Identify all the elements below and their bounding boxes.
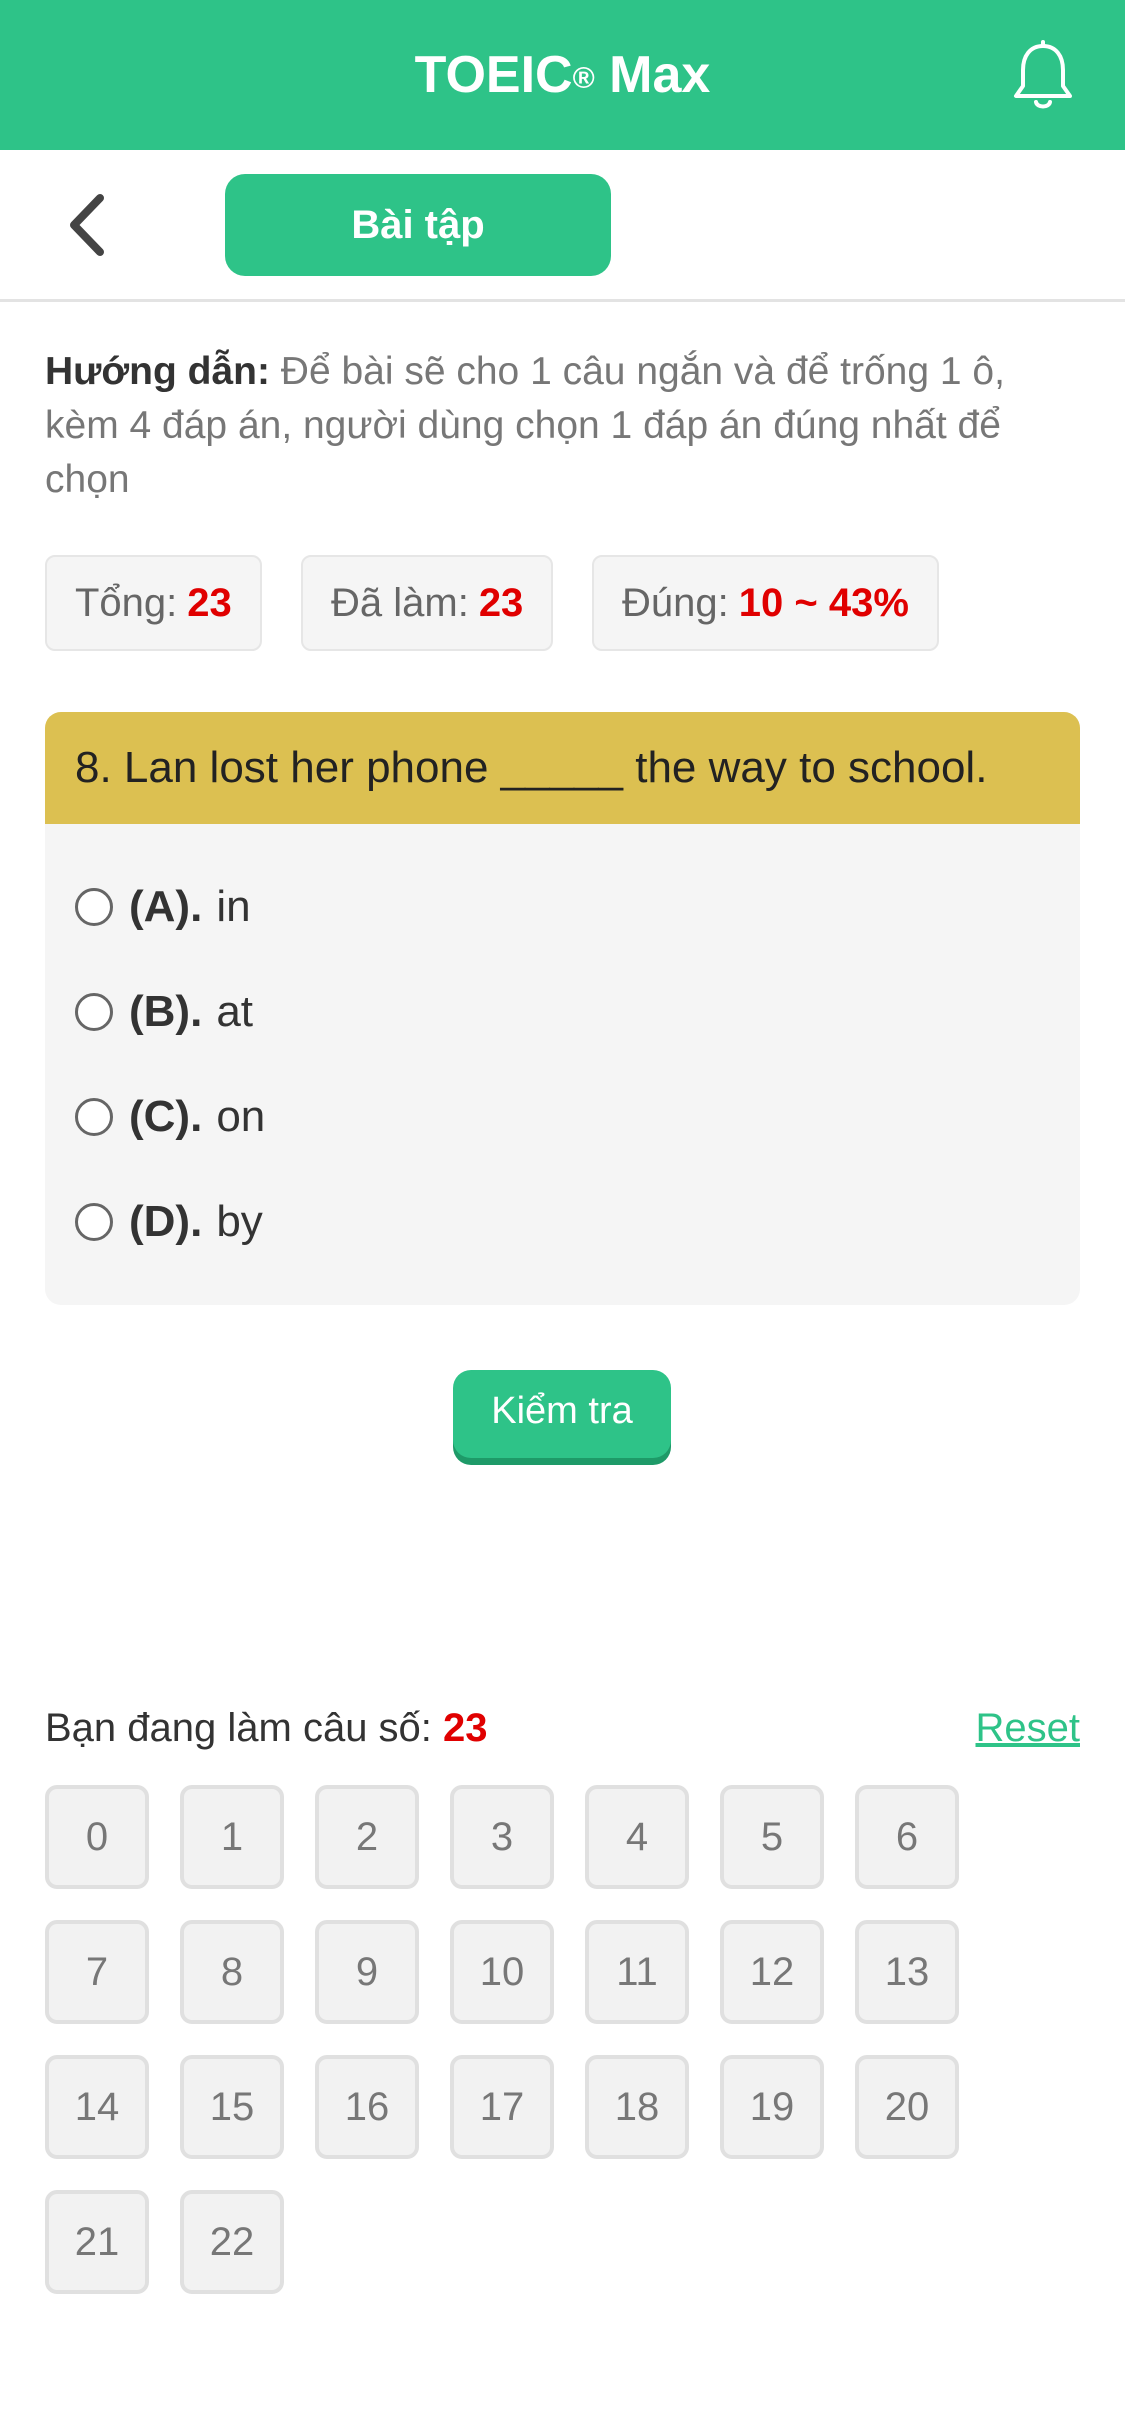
- radio-button[interactable]: [75, 993, 113, 1031]
- chevron-left-icon[interactable]: [62, 190, 112, 260]
- subheader: Bài tập: [0, 150, 1125, 302]
- app-header: TOEIC® Max: [0, 0, 1125, 150]
- option-c[interactable]: (C). on: [75, 1087, 265, 1147]
- option-d[interactable]: (D). by: [75, 1192, 263, 1252]
- question-number-17[interactable]: 17: [450, 2055, 554, 2159]
- stat-total: Tổng: 23: [45, 555, 262, 651]
- question-number-1[interactable]: 1: [180, 1785, 284, 1889]
- question-number-18[interactable]: 18: [585, 2055, 689, 2159]
- question-number-7[interactable]: 7: [45, 1920, 149, 2024]
- question-number-10[interactable]: 10: [450, 1920, 554, 2024]
- question-number-13[interactable]: 13: [855, 1920, 959, 2024]
- option-b[interactable]: (B). at: [75, 982, 253, 1042]
- question-number-14[interactable]: 14: [45, 2055, 149, 2159]
- instructions-label: Hướng dẫn:: [45, 350, 270, 393]
- question-number-19[interactable]: 19: [720, 2055, 824, 2159]
- radio-button[interactable]: [75, 888, 113, 926]
- question-number-6[interactable]: 6: [855, 1785, 959, 1889]
- radio-button[interactable]: [75, 1098, 113, 1136]
- question-number-8[interactable]: 8: [180, 1920, 284, 2024]
- reset-link[interactable]: Reset: [960, 1700, 1081, 1756]
- question-number-20[interactable]: 20: [855, 2055, 959, 2159]
- current-question-indicator: Bạn đang làm câu số: 23: [45, 1706, 488, 1750]
- question-number-5[interactable]: 5: [720, 1785, 824, 1889]
- bell-icon[interactable]: [1010, 40, 1076, 114]
- question-number-3[interactable]: 3: [450, 1785, 554, 1889]
- question-card: 8. Lan lost her phone _____ the way to s…: [45, 712, 1080, 1305]
- stat-correct: Đúng: 10 ~ 43%: [592, 555, 939, 651]
- tab-exercises[interactable]: Bài tập: [225, 174, 611, 276]
- question-number-0[interactable]: 0: [45, 1785, 149, 1889]
- question-number-11[interactable]: 11: [585, 1920, 689, 2024]
- check-button[interactable]: Kiểm tra: [453, 1370, 671, 1458]
- question-number-12[interactable]: 12: [720, 1920, 824, 2024]
- question-number-9[interactable]: 9: [315, 1920, 419, 2024]
- question-number-15[interactable]: 15: [180, 2055, 284, 2159]
- instructions: Hướng dẫn: Để bài sẽ cho 1 câu ngắn và đ…: [45, 345, 1085, 507]
- stat-done: Đã làm: 23: [301, 555, 554, 651]
- question-number-2[interactable]: 2: [315, 1785, 419, 1889]
- question-number-4[interactable]: 4: [585, 1785, 689, 1889]
- question-number-16[interactable]: 16: [315, 2055, 419, 2159]
- question-text: 8. Lan lost her phone _____ the way to s…: [45, 712, 1080, 824]
- radio-button[interactable]: [75, 1203, 113, 1241]
- question-number-22[interactable]: 22: [180, 2190, 284, 2294]
- question-number-21[interactable]: 21: [45, 2190, 149, 2294]
- option-a[interactable]: (A). in: [75, 877, 251, 937]
- app-title: TOEIC® Max: [414, 46, 711, 104]
